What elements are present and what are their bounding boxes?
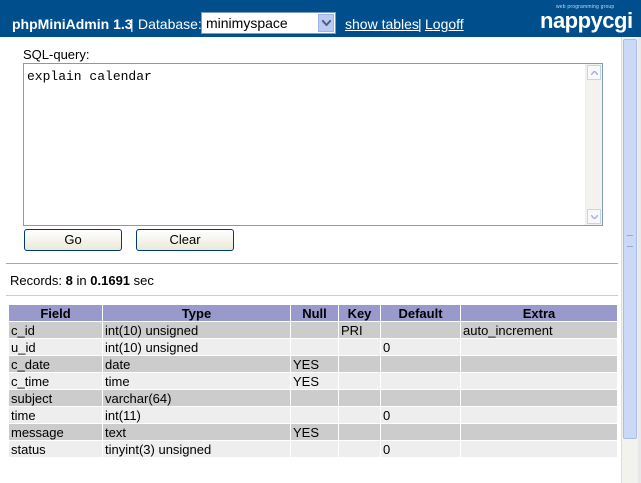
table-row: u_id int(10) unsigned 0 xyxy=(8,338,618,356)
cell-default: 0 xyxy=(380,440,461,458)
cell-field: subject xyxy=(8,389,103,407)
column-header-field: Field xyxy=(8,304,103,322)
sql-query-text: explain calendar xyxy=(27,69,152,84)
table-row: time int(11) 0 xyxy=(8,406,618,424)
results-table: Field Type Null Key Default Extra c_id i… xyxy=(8,304,618,458)
cell-type: date xyxy=(102,355,291,373)
cell-key xyxy=(338,406,381,424)
go-button[interactable]: Go xyxy=(24,229,122,251)
nappycgi-logo: web programming group nappycgi xyxy=(540,4,635,34)
cell-null xyxy=(290,338,339,356)
table-row: c_id int(10) unsigned PRI auto_increment xyxy=(8,321,618,339)
top-header: phpMiniAdmin 1.3 | Database: minimyspace… xyxy=(0,0,641,37)
column-header-null: Null xyxy=(290,304,339,322)
database-select-value: minimyspace xyxy=(206,15,288,31)
cell-field: message xyxy=(8,423,103,441)
table-row: status tinyint(3) unsigned 0 xyxy=(8,440,618,458)
sql-query-label: SQL-query: xyxy=(23,47,90,62)
cell-extra xyxy=(460,423,618,441)
cell-extra xyxy=(460,406,618,424)
records-time: 0.1691 xyxy=(90,273,131,288)
cell-type: tinyint(3) unsigned xyxy=(102,440,291,458)
cell-default xyxy=(380,321,461,339)
cell-key xyxy=(338,372,381,390)
table-row: message text YES xyxy=(8,423,618,441)
cell-default xyxy=(380,423,461,441)
cell-extra xyxy=(460,355,618,373)
scroll-down-icon[interactable] xyxy=(587,209,601,224)
cell-extra xyxy=(460,440,618,458)
cell-field: c_id xyxy=(8,321,103,339)
cell-type: int(10) unsigned xyxy=(102,321,291,339)
textarea-scrollbar[interactable] xyxy=(585,64,602,225)
cell-null xyxy=(290,440,339,458)
divider-2 xyxy=(6,295,618,296)
cell-extra xyxy=(460,372,618,390)
cell-key xyxy=(338,355,381,373)
cell-field: c_date xyxy=(8,355,103,373)
cell-null xyxy=(290,321,339,339)
header-separator-2: | xyxy=(418,16,422,32)
scroll-up-icon[interactable] xyxy=(587,65,601,80)
cell-type: text xyxy=(102,423,291,441)
cell-null: YES xyxy=(290,423,339,441)
column-header-key: Key xyxy=(338,304,381,322)
cell-field: u_id xyxy=(8,338,103,356)
cell-key xyxy=(338,389,381,407)
cell-extra xyxy=(460,338,618,356)
records-prefix: Records: xyxy=(10,273,63,288)
cell-key xyxy=(338,440,381,458)
clear-button[interactable]: Clear xyxy=(136,229,234,251)
chevron-down-icon[interactable] xyxy=(318,14,334,32)
cell-field: status xyxy=(8,440,103,458)
cell-extra xyxy=(460,389,618,407)
show-tables-link[interactable]: show tables xyxy=(345,16,419,32)
database-label: Database: xyxy=(138,16,202,32)
cell-key xyxy=(338,423,381,441)
cell-type: int(10) unsigned xyxy=(102,338,291,356)
logoff-link[interactable]: Logoff xyxy=(425,16,464,32)
cell-field: c_time xyxy=(8,372,103,390)
cell-type: varchar(64) xyxy=(102,389,291,407)
cell-key xyxy=(338,338,381,356)
table-row: c_date date YES xyxy=(8,355,618,373)
database-select[interactable]: minimyspace xyxy=(201,12,336,34)
window-scrollbar[interactable] xyxy=(621,37,638,483)
records-count: 8 xyxy=(65,273,73,288)
records-unit: sec xyxy=(133,273,154,288)
cell-default: 0 xyxy=(380,406,461,424)
divider xyxy=(6,263,618,264)
cell-default: 0 xyxy=(380,338,461,356)
cell-extra: auto_increment xyxy=(460,321,618,339)
cell-type: int(11) xyxy=(102,406,291,424)
table-row: c_time time YES xyxy=(8,372,618,390)
cell-null: YES xyxy=(290,355,339,373)
header-separator: | xyxy=(130,16,134,32)
cell-type: time xyxy=(102,372,291,390)
cell-field: time xyxy=(8,406,103,424)
cell-default xyxy=(380,372,461,390)
cell-null: YES xyxy=(290,372,339,390)
cell-null xyxy=(290,406,339,424)
cell-default xyxy=(380,389,461,407)
sql-query-textarea[interactable]: explain calendar xyxy=(23,63,603,226)
app-title: phpMiniAdmin 1.3 xyxy=(12,16,133,32)
scrollbar-thumb[interactable] xyxy=(623,39,637,439)
records-in: in xyxy=(76,273,87,288)
cell-default xyxy=(380,355,461,373)
column-header-extra: Extra xyxy=(460,304,618,322)
column-header-type: Type xyxy=(102,304,291,322)
cell-key: PRI xyxy=(338,321,381,339)
cell-null xyxy=(290,389,339,407)
records-summary: Records: 8 in 0.1691 sec xyxy=(10,273,154,288)
table-row: subject varchar(64) xyxy=(8,389,618,407)
column-header-default: Default xyxy=(380,304,461,322)
table-header-row: Field Type Null Key Default Extra xyxy=(8,304,618,322)
grip-icon xyxy=(627,235,633,247)
logo-brand: nappycgi xyxy=(540,8,633,33)
